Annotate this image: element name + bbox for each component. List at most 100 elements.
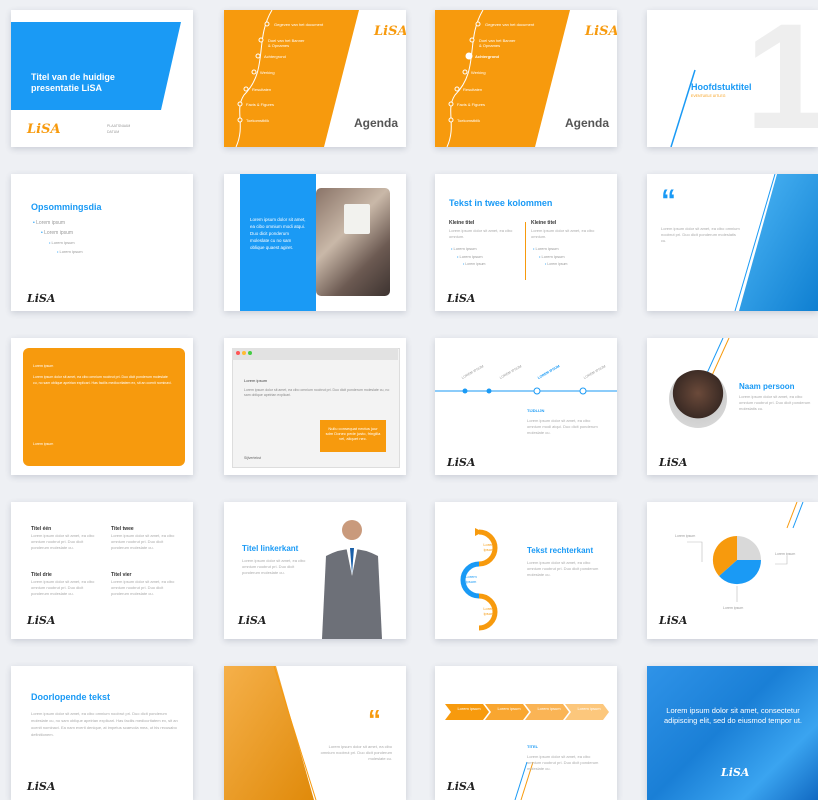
slide-heading: Opsommingsdia: [31, 202, 102, 212]
close-icon[interactable]: [236, 351, 240, 355]
block-title: Titel drie: [31, 572, 52, 578]
lisa-logo: LiSA: [27, 614, 56, 627]
page-heading: Lorem ipsum: [244, 378, 268, 383]
section-title: TIJDLIJN: [527, 408, 545, 413]
quote-text: Lorem ipsum dolor sit amet, ea cibo omni…: [661, 226, 740, 243]
agenda-item-active: Achtergrond: [475, 54, 499, 59]
quote-mark-icon: “: [661, 184, 676, 217]
section-text: Lorem ipsum dolor sit amet, ea cibo omni…: [527, 754, 599, 771]
block-text: Lorem ipsum dolor sit amet, ea cibo omni…: [111, 533, 175, 550]
pie-label: Lorem ipsum: [675, 534, 696, 538]
bullet-item: • Lorem ipsum: [49, 240, 75, 245]
panel-text: Lorem ipsum dolor sit amet, ea cibo omni…: [33, 375, 172, 385]
bullet-item: • Lorem ipsum: [57, 249, 83, 254]
agenda-title: Agenda: [565, 116, 610, 130]
agenda-item: Gegeven van het document: [485, 22, 535, 27]
process-step: Lorem ipsum: [457, 706, 481, 711]
agenda-item: Resultaten: [252, 87, 272, 92]
cycle-label: Lorem ipsum: [465, 574, 477, 584]
slide-four-titles[interactable]: Titel één Lorem ipsum dolor sit amet, ea…: [11, 502, 193, 639]
slide-chapter[interactable]: 1 Hoofdstuktitel EVENTUELE UITLEG: [647, 10, 818, 147]
date-label: DATUM: [107, 130, 120, 134]
agenda-item: Doel van het Banner & Opnames: [479, 38, 516, 48]
bullet-item: • Lorem ipsum: [33, 220, 66, 226]
slide-two-columns[interactable]: Tekst in twee kolommen Kleine titel Lore…: [435, 174, 617, 311]
lisa-logo: LiSA: [238, 614, 267, 627]
slide-text-image[interactable]: Lorem ipsum dolor sit amet, ea cibo omni…: [224, 174, 406, 311]
closing-text: Lorem ipsum dolor sit amet, consectetur …: [664, 706, 802, 725]
slide-heading: Tekst rechterkant: [527, 546, 594, 555]
process-step: Lorem ipsum: [577, 706, 601, 711]
slide-pie[interactable]: Lorem ipsum Lorem ipsum Lorem ipsum LiSA: [647, 502, 818, 639]
slide-heading: Doorlopende tekst: [31, 692, 111, 702]
browser-toolbar: [232, 348, 398, 360]
bullet-item: • Lorem ipsum: [545, 262, 568, 266]
column2-title: Kleine titel: [531, 220, 557, 226]
block-title: Titel één: [31, 526, 52, 532]
lisa-logo: LiSA: [659, 456, 688, 469]
cycle-label: Lorem ipsum: [483, 542, 495, 552]
maximize-icon[interactable]: [248, 351, 252, 355]
column-divider: [525, 222, 526, 280]
bullet-item: • Lorem ipsum: [533, 246, 559, 251]
businessman-photo: [322, 520, 382, 639]
section-title: TITEL: [527, 744, 539, 749]
presentation-title: Titel van de huidige presentatie LiSA: [31, 72, 115, 93]
slide-heading: Titel linkerkant: [242, 544, 299, 553]
agenda-item: Facts & Figures: [246, 102, 275, 107]
lisa-logo: LiSA: [447, 456, 476, 469]
slide-process[interactable]: Lorem ipsum Lorem ipsum Lorem ipsum Lore…: [435, 666, 617, 800]
slide-text: Lorem ipsum dolor sit amet, ea cibo omni…: [242, 558, 306, 575]
agenda-item: Achtergrond: [264, 54, 286, 59]
slide-title-left[interactable]: Titel linkerkant Lorem ipsum dolor sit a…: [224, 502, 406, 639]
person-avatar: [669, 370, 727, 428]
panel-label: Lorem ipsum: [33, 364, 54, 368]
lisa-logo: LiSA: [447, 780, 476, 793]
lisa-logo: LiSA: [27, 122, 61, 137]
block-text: Lorem ipsum dolor sit amet, ea cibo omni…: [111, 579, 175, 596]
slide-running-text[interactable]: Doorlopende tekst Lorem ipsum dolor sit …: [11, 666, 193, 800]
slide-title[interactable]: Titel van de huidige presentatie LiSA Li…: [11, 10, 193, 147]
callout-text: Nullu consequat nectus juur sdm Donec pe…: [325, 426, 381, 441]
block-text: Lorem ipsum dolor sit amet, ea cibo omni…: [31, 533, 95, 550]
lisa-logo: LiSA: [585, 24, 617, 39]
place-name: PLAATSNAAM: [107, 124, 131, 128]
slide-text-right[interactable]: Lorem ipsum Lorem ipsum Lorem ipsum Teks…: [435, 502, 617, 639]
chapter-title: Hoofdstuktitel: [691, 82, 752, 92]
slide-quote-orange[interactable]: “ Lorem ipsum dolor sit amet, ea cibo om…: [224, 666, 406, 800]
slide-bullets[interactable]: Opsommingsdia • Lorem ipsum • Lorem ipsu…: [11, 174, 193, 311]
slide-browser[interactable]: Lorem ipsum Lorem ipsum dolor sit amet, …: [224, 338, 406, 475]
lisa-logo: LiSA: [374, 24, 406, 39]
agenda-item: Doel van het Banner & Opnames: [268, 38, 305, 48]
panel-footer: Lorem ipsum: [33, 442, 54, 446]
timeline-graphic: [435, 387, 617, 395]
slide-quote[interactable]: “ Lorem ipsum dolor sit amet, ea cibo om…: [647, 174, 818, 311]
slide-closing[interactable]: Lorem ipsum dolor sit amet, consectetur …: [647, 666, 818, 800]
closing-background: [647, 666, 818, 800]
lisa-logo: LiSA: [447, 292, 476, 305]
chapter-accent-line: [670, 69, 696, 147]
cycle-label: Lorem ipsum: [483, 606, 495, 616]
lisa-logo: LiSA: [659, 614, 688, 627]
process-step: Lorem ipsum: [497, 706, 521, 711]
lisa-logo: LiSA: [27, 292, 56, 305]
slide-agenda-active[interactable]: Gegeven van het document Doel van het Ba…: [435, 10, 617, 147]
minimize-icon[interactable]: [242, 351, 246, 355]
slide-heading: Tekst in twee kolommen: [449, 198, 553, 208]
slide-orange-text[interactable]: Lorem ipsum Lorem ipsum dolor sit amet, …: [11, 338, 193, 475]
bullet-item: • Lorem ipsum: [539, 254, 565, 259]
person-text: Lorem ipsum dolor sit amet, ea cibo omni…: [739, 394, 811, 411]
slide-timeline[interactable]: LOREM IPSUM LOREM IPSUM LOREM IPSUM LORE…: [435, 338, 617, 475]
process-step: Lorem ipsum: [537, 706, 561, 711]
lisa-logo: LiSA: [27, 780, 56, 793]
slide-text: Lorem ipsum dolor sit amet, ea cibo omni…: [31, 711, 178, 737]
bullet-item: • Lorem ipsum: [463, 262, 486, 266]
page-text: Lorem ipsum dolor sit amet, ea cibo omni…: [244, 388, 390, 397]
agenda-item: Werking: [260, 70, 275, 75]
slide-agenda[interactable]: Gegeven van het document Doel van het Ba…: [224, 10, 406, 147]
chapter-subtitle: EVENTUELE UITLEG: [691, 94, 726, 98]
slide-person[interactable]: Naam persoon Lorem ipsum dolor sit amet,…: [647, 338, 818, 475]
agenda-item: Facts & Figures: [457, 102, 486, 107]
agenda-item: Gegeven van het document: [274, 22, 324, 27]
bullet-item: • Lorem ipsum: [457, 254, 483, 259]
